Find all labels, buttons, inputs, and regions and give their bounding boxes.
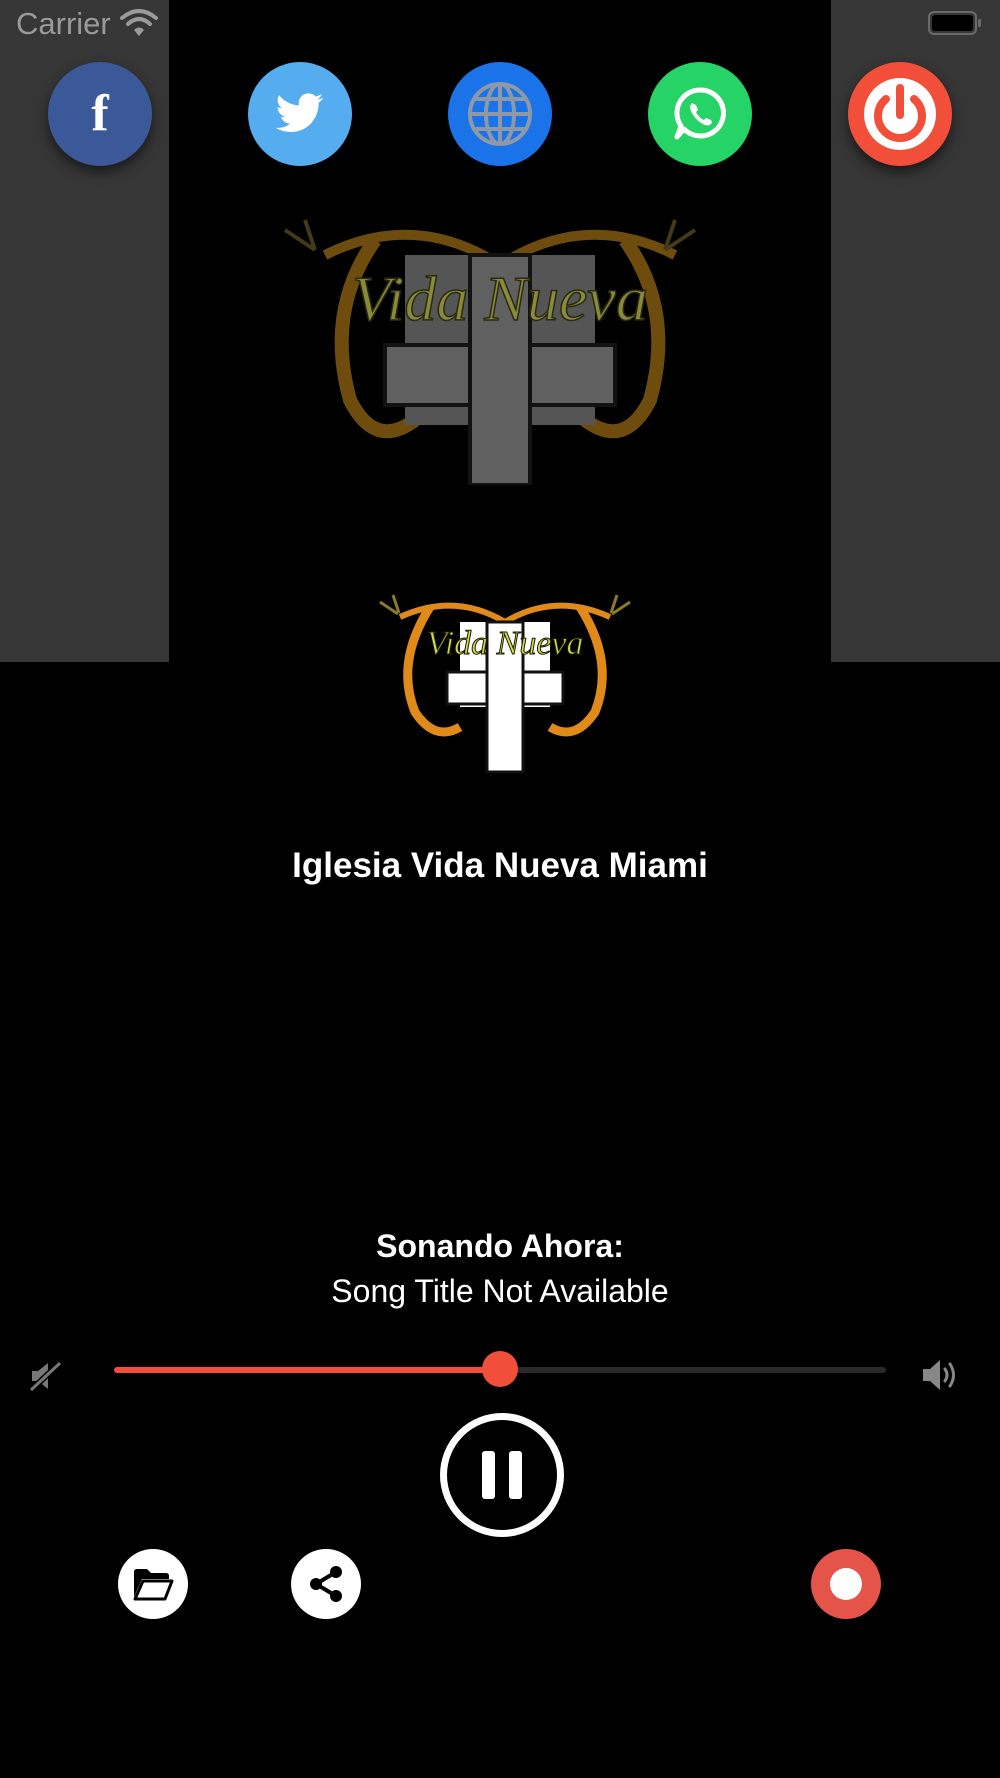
record-button[interactable] xyxy=(811,1549,881,1619)
now-playing-label: Sonando Ahora: xyxy=(376,1228,624,1264)
website-button[interactable] xyxy=(448,62,552,166)
volume-slider-thumb[interactable] xyxy=(482,1351,518,1387)
power-icon xyxy=(864,78,936,150)
station-logo-text: Vida Nueva xyxy=(426,625,583,662)
volume-slider-fill xyxy=(114,1367,500,1373)
record-icon xyxy=(830,1568,862,1600)
facebook-button[interactable]: f xyxy=(48,62,152,166)
station-name: Iglesia Vida Nueva Miami xyxy=(292,846,708,885)
volume-mute-icon[interactable] xyxy=(28,1358,64,1394)
station-logo: Vida Nueva xyxy=(379,594,631,774)
twitter-button[interactable] xyxy=(248,62,352,166)
pause-button[interactable] xyxy=(440,1413,564,1537)
battery-icon xyxy=(928,11,981,35)
pause-icon xyxy=(482,1451,495,1499)
volume-up-icon[interactable] xyxy=(920,1356,962,1394)
whatsapp-icon xyxy=(674,87,726,140)
power-button[interactable] xyxy=(848,62,952,166)
share-icon xyxy=(310,1566,342,1602)
song-title: Song Title Not Available xyxy=(331,1273,669,1309)
wifi-icon xyxy=(120,9,158,36)
hero-logo: Vida Nueva xyxy=(283,219,697,485)
share-button[interactable] xyxy=(291,1549,361,1619)
facebook-icon: f xyxy=(91,85,109,142)
whatsapp-button[interactable] xyxy=(648,62,752,166)
hero-logo-text: Vida Nueva xyxy=(352,263,648,334)
twitter-icon xyxy=(275,93,324,132)
folder-button[interactable] xyxy=(118,1549,188,1619)
globe-icon xyxy=(468,82,532,146)
pause-icon-bar xyxy=(509,1451,522,1499)
folder-icon xyxy=(133,1569,174,1601)
status-carrier: Carrier xyxy=(16,6,111,41)
